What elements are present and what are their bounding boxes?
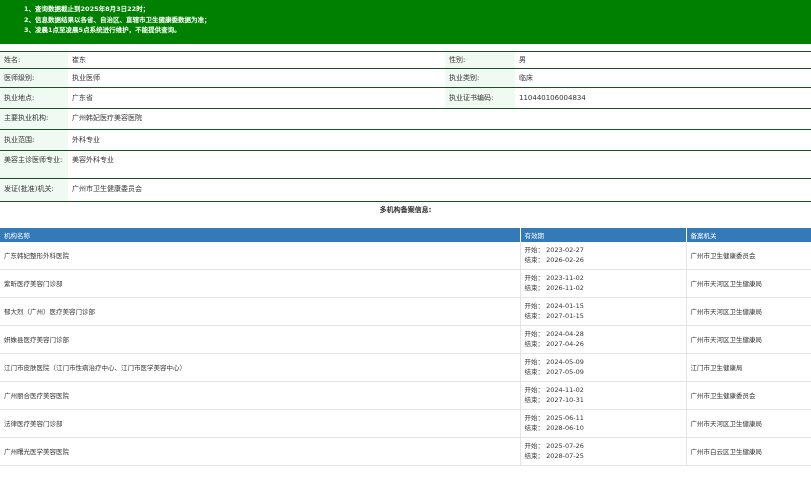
scope-label: 执业范围: bbox=[0, 129, 68, 151]
table-row: 妍姝县医疗美容门诊部 开始： 2024-04-28 结束： 2027-04-26 … bbox=[0, 325, 811, 354]
authority: 广州市卫生健康委员会 bbox=[686, 241, 811, 270]
issuer-value: 广州市卫生健康委员会 bbox=[68, 178, 811, 201]
authority: 广州市天河区卫生健康局 bbox=[686, 325, 811, 354]
level-value: 执业医师 bbox=[68, 68, 445, 88]
authority: 广州市天河区卫生健康局 bbox=[686, 409, 811, 438]
authority: 广州市卫生健康委员会 bbox=[686, 381, 811, 410]
place-label: 执业地点: bbox=[0, 87, 68, 109]
cert-label: 执业证书编码: bbox=[445, 87, 515, 109]
authority: 广州市天河区卫生健康局 bbox=[686, 269, 811, 298]
col-header-valid: 有效期 bbox=[520, 227, 687, 242]
valid-period: 开始： 2023-11-02 结束： 2026-11-02 bbox=[520, 269, 687, 298]
end-date: 结束： 2027-05-09 bbox=[524, 368, 584, 376]
table-row: 广东韩妃整形外科医院 开始： 2023-02-27 结束： 2026-02-26 … bbox=[0, 241, 811, 270]
start-date: 开始： 2024-04-28 bbox=[524, 330, 584, 338]
col-header-authority: 备案机关 bbox=[686, 227, 811, 242]
start-date: 开始： 2023-02-27 bbox=[524, 246, 584, 254]
authority: 广州市天河区卫生健康局 bbox=[686, 297, 811, 326]
valid-period: 开始： 2024-04-28 结束： 2027-04-26 bbox=[520, 325, 687, 354]
notice-line: 3、凌晨1点至凌晨5点系统进行维护，不能提供查询。 bbox=[24, 26, 181, 34]
authority: 江门市卫生健康局 bbox=[686, 353, 811, 382]
end-date: 结束： 2027-10-31 bbox=[524, 396, 584, 404]
doctor-info-table: 姓名: 崔东 性别: 男 医师级别: 执业医师 执业类别: 临床 执业地点: 广… bbox=[0, 51, 811, 201]
authority: 广州市白云区卫生健康局 bbox=[686, 437, 811, 466]
org-label: 主要执业机构: bbox=[0, 108, 68, 130]
start-date: 开始： 2025-06-11 bbox=[524, 414, 584, 422]
place-value: 广东省 bbox=[68, 87, 445, 109]
table-row: 郁大烈（广州）医疗美容门诊部 开始： 2024-01-15 结束： 2027-01… bbox=[0, 297, 811, 326]
name-label: 姓名: bbox=[0, 51, 68, 69]
org-name: 广东韩妃整形外科医院 bbox=[0, 241, 521, 270]
gender-label: 性别: bbox=[445, 51, 515, 69]
gender-value: 男 bbox=[515, 51, 811, 69]
org-value: 广州韩妃医疗美容医院 bbox=[68, 108, 811, 130]
org-name: 妍姝县医疗美容门诊部 bbox=[0, 325, 521, 354]
multi-org-title: 多机构备案信息: bbox=[0, 200, 811, 220]
end-date: 结束： 2028-07-25 bbox=[524, 452, 584, 460]
valid-period: 开始： 2025-07-26 结束： 2028-07-25 bbox=[520, 437, 687, 466]
valid-period: 开始： 2024-11-02 结束： 2027-10-31 bbox=[520, 381, 687, 410]
org-name: 法律医疗美容门诊部 bbox=[0, 409, 521, 438]
valid-period: 开始： 2024-05-09 结束： 2027-05-09 bbox=[520, 353, 687, 382]
start-date: 开始： 2024-11-02 bbox=[524, 386, 584, 394]
valid-period: 开始： 2023-02-27 结束： 2026-02-26 bbox=[520, 241, 687, 270]
scope-value: 外科专业 bbox=[68, 129, 811, 151]
table-row: 紫昕医疗美容门诊部 开始： 2023-11-02 结束： 2026-11-02 广… bbox=[0, 269, 811, 298]
notice-line: 2、信息数据结果以各省、自治区、直辖市卫生健康委数据为准； bbox=[24, 15, 211, 24]
start-date: 开始： 2024-05-09 bbox=[524, 358, 584, 366]
org-name: 郁大烈（广州）医疗美容门诊部 bbox=[0, 297, 521, 326]
beauty-label: 美容主诊医师专业: bbox=[0, 150, 68, 179]
level-label: 医师级别: bbox=[0, 68, 68, 88]
org-name: 紫昕医疗美容门诊部 bbox=[0, 269, 521, 298]
end-date: 结束： 2026-11-02 bbox=[524, 284, 584, 292]
table-row: 广州曙光医学美容医院 开始： 2025-07-26 结束： 2028-07-25 … bbox=[0, 437, 811, 466]
start-date: 开始： 2025-07-26 bbox=[524, 442, 584, 450]
start-date: 开始： 2024-01-15 bbox=[524, 302, 584, 310]
col-header-org-name: 机构名称 bbox=[0, 227, 521, 242]
end-date: 结束： 2027-01-15 bbox=[524, 312, 584, 320]
table-row: 江门市皮肤医院（江门市性病治疗中心、江门市医学美容中心） 开始： 2024-05… bbox=[0, 353, 811, 382]
table-row: 广州丽合医疗美容医院 开始： 2024-11-02 结束： 2027-10-31 … bbox=[0, 381, 811, 410]
org-name: 广州曙光医学美容医院 bbox=[0, 437, 521, 466]
category-label: 执业类别: bbox=[445, 68, 515, 88]
start-date: 开始： 2023-11-02 bbox=[524, 274, 584, 282]
notice-banner: 1、查询数据截止到2025年8月3日22时； 2、信息数据结果以各省、自治区、直… bbox=[0, 0, 811, 44]
org-name: 广州丽合医疗美容医院 bbox=[0, 381, 521, 410]
valid-period: 开始： 2025-06-11 结束： 2028-06-10 bbox=[520, 409, 687, 438]
beauty-value: 美容外科专业 bbox=[68, 150, 811, 179]
end-date: 结束： 2028-06-10 bbox=[524, 424, 584, 432]
end-date: 结束： 2026-02-26 bbox=[524, 256, 584, 264]
name-value: 崔东 bbox=[68, 51, 445, 69]
issuer-label: 发证(批准)机关: bbox=[0, 178, 68, 201]
org-name: 江门市皮肤医院（江门市性病治疗中心、江门市医学美容中心） bbox=[0, 353, 521, 382]
cert-value: 110440106004834 bbox=[515, 87, 811, 109]
table-row: 法律医疗美容门诊部 开始： 2025-06-11 结束： 2028-06-10 广… bbox=[0, 409, 811, 438]
notice-line: 1、查询数据截止到2025年8月3日22时； bbox=[24, 5, 150, 13]
end-date: 结束： 2027-04-26 bbox=[524, 340, 584, 348]
multi-org-table: 机构名称 有效期 备案机关 广东韩妃整形外科医院 开始： 2023-02-27 结… bbox=[0, 227, 811, 466]
category-value: 临床 bbox=[515, 68, 811, 88]
valid-period: 开始： 2024-01-15 结束： 2027-01-15 bbox=[520, 297, 687, 326]
